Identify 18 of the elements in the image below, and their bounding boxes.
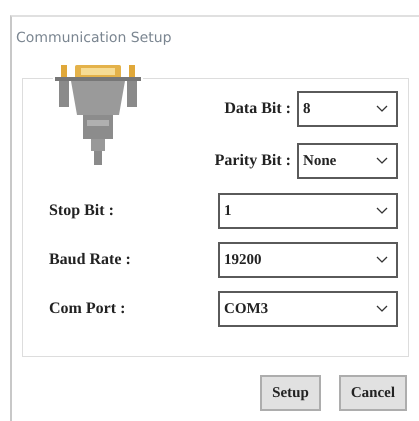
- cancel-button[interactable]: Cancel: [338, 375, 407, 411]
- setup-button[interactable]: Setup: [260, 375, 321, 411]
- dropdown[interactable]: COM3: [218, 291, 398, 327]
- window-title: Communication Setup: [15, 29, 173, 48]
- chevron-down-icon: [376, 157, 388, 165]
- field-label: Baud Rate :: [49, 251, 132, 269]
- chevron-down-icon: [376, 305, 388, 313]
- field-label: Com Port :: [49, 300, 126, 318]
- chevron-down-icon: [376, 256, 388, 264]
- field-label: Stop Bit :: [49, 202, 115, 220]
- chevron-down-icon: [376, 207, 388, 215]
- chevron-down-icon: [376, 105, 388, 113]
- dropdown[interactable]: 19200: [218, 242, 398, 278]
- dropdown[interactable]: 1: [218, 193, 398, 229]
- dropdown[interactable]: None: [297, 143, 398, 179]
- dropdown[interactable]: 8: [297, 91, 398, 127]
- field-label: Parity Bit :: [214, 152, 291, 170]
- field-label: Data Bit :: [224, 100, 291, 118]
